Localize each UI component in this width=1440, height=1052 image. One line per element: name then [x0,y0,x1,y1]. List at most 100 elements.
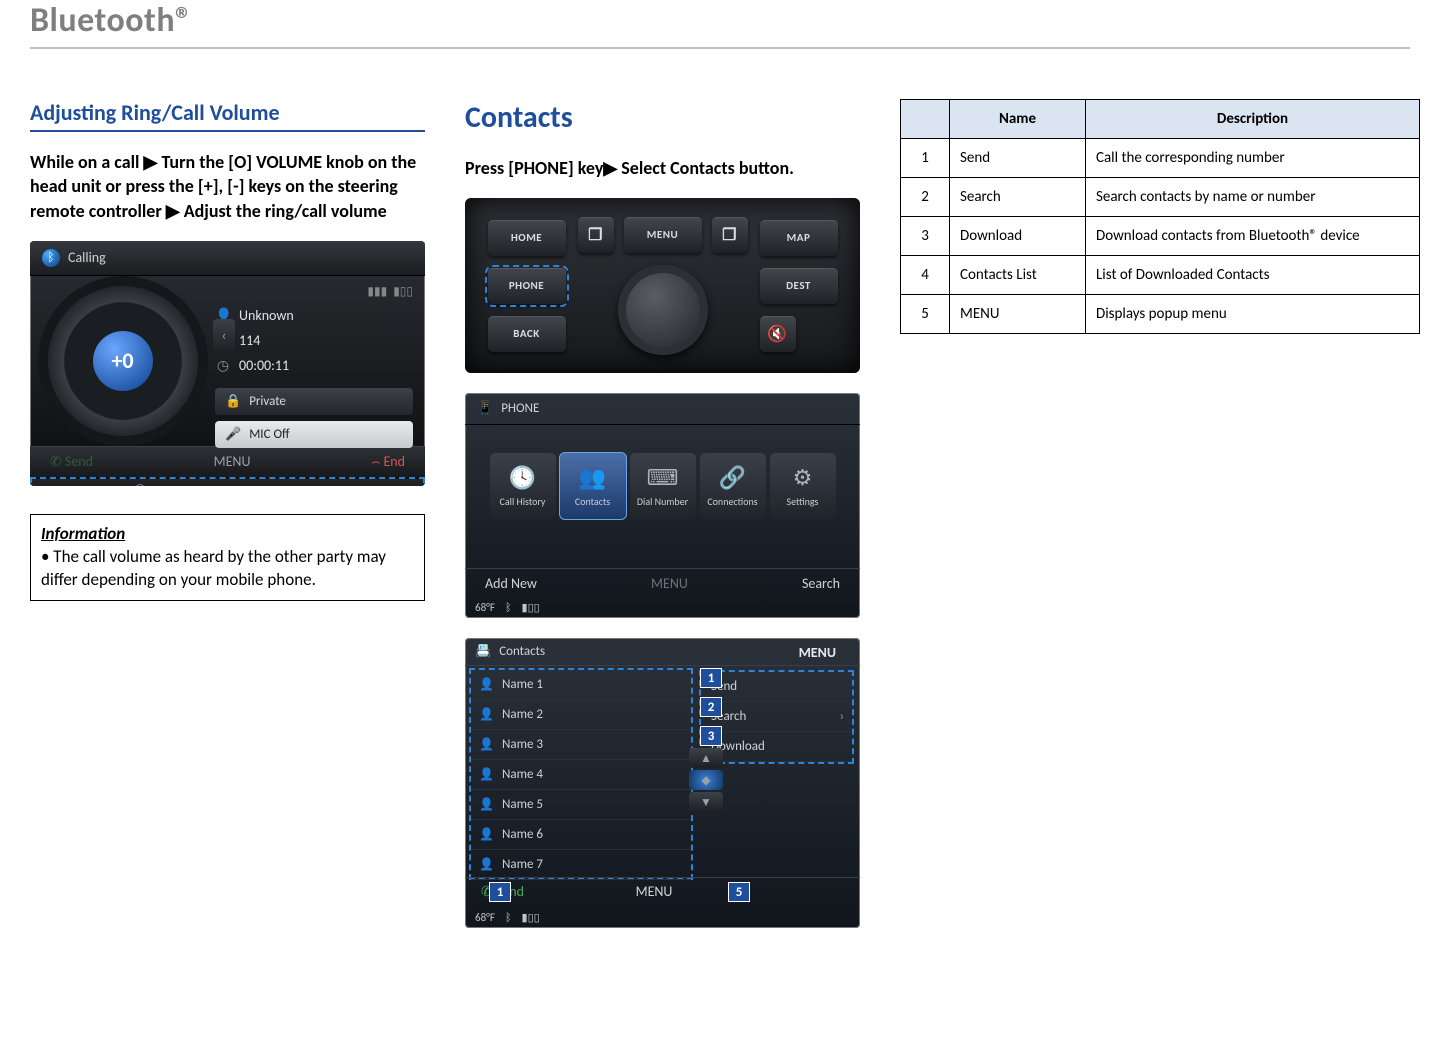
phone-volume-bar: 🔊 PHONE VOLUME 12 [30,477,425,486]
search-button[interactable]: Search [802,575,840,592]
instr2-part-2: Select Contacts button. [617,157,794,179]
screenshot-head-unit: HOME PHONE BACK ❐ MENU ❐ MAP DEST 🔇 [465,198,860,373]
list-item[interactable]: 👤Name 4 [471,760,691,790]
scroll-down-icon[interactable]: ▼ [689,792,723,812]
phone-volume-label: PHONE VOLUME [159,485,247,486]
caller-number: 114 [239,332,260,349]
tab-settings[interactable]: ⚙Settings [770,453,836,519]
table-row: 5MENUDisplays popup menu [901,295,1420,334]
phone-volume-value: 12 [311,485,324,486]
scroll-control: ▲ ◆ ▼ [689,748,723,812]
clock-icon: ◷ [215,357,231,374]
contact-icon: 👤 [479,707,494,722]
connections-icon: 🔗 [719,464,746,491]
popup-search[interactable]: Search› [701,702,852,732]
volume-dial: +0 [30,276,215,446]
caller-name: Unknown [239,307,294,324]
phone-title: PHONE [501,401,539,416]
contact-icon: 👤 [479,767,494,782]
header-desc: Description [1086,100,1420,139]
heading-contacts: Contacts [465,99,860,136]
list-item[interactable]: 👤Name 6 [471,820,691,850]
instruction-adjust-volume: While on a call ▶ Turn the [O] VOLUME kn… [30,150,425,223]
window-right-icon[interactable]: ❐ [712,217,748,253]
call-duration: 00:00:11 [239,357,289,374]
private-icon: 🔒 [225,394,241,409]
tab-contacts[interactable]: 👥Contacts [560,453,626,519]
contact-icon: 👤 [479,677,494,692]
popup-download[interactable]: Download [701,732,852,762]
private-button[interactable]: 🔒Private [215,388,413,415]
bluetooth-status-icon: ᛒ [505,911,512,924]
screenshot-calling: ᛒ Calling +0 ‹ ▮▮▮▮▯▯ 👤Unknown ✆114 ◷00: [30,241,425,486]
mic-icon: 🎤 [225,427,241,442]
callout-1: 1 [700,668,722,688]
table-row: 4Contacts ListList of Downloaded Contact… [901,256,1420,295]
end-button[interactable]: ⌢ End [371,453,405,470]
tab-connections[interactable]: 🔗Connections [700,453,766,519]
instruction-contacts: Press [PHONE] key▶ Select Contacts butto… [465,156,860,180]
instr-part-3: Adjust the ring/call volume [180,200,387,222]
rotary-knob[interactable] [618,265,708,355]
list-item[interactable]: 👤Name 7 [471,850,691,880]
bluetooth-status-icon: ᛒ [505,601,512,614]
window-left-icon[interactable]: ❐ [578,217,614,253]
list-item[interactable]: 👤Name 1 [471,670,691,700]
battery-icon: ▮▮▮ [367,284,387,299]
phone-key[interactable]: PHONE [488,268,566,304]
mute-key[interactable]: 🔇 [760,316,796,352]
back-key[interactable]: BACK [488,316,566,352]
table-row: 3DownloadDownload contacts from Bluetoot… [901,217,1420,256]
chevron-left-icon: ‹ [213,319,235,353]
contacts-list[interactable]: 👤Name 1 👤Name 2 👤Name 3 👤Name 4 👤Name 5 … [469,668,693,880]
contact-icon: 👤 [479,797,494,812]
menu-button[interactable]: MENU [636,883,673,900]
scroll-indicator: ◆ [689,770,723,790]
tab-call-history[interactable]: 🕓Call History [490,453,556,519]
callout-send: 1 [489,882,511,902]
menu-button[interactable]: MENU [214,453,251,470]
scroll-up-icon[interactable]: ▲ [689,748,723,768]
send-button[interactable]: ✆ Send [50,453,93,470]
signal-icon: ▮▯▯ [393,284,413,299]
callout-3: 3 [700,726,722,746]
map-key[interactable]: MAP [760,220,838,256]
temperature: 68°F [475,601,495,614]
dial-center-value: +0 [93,331,153,391]
popup-send[interactable]: Send [701,672,852,702]
information-heading: Information [41,523,414,546]
signal-icon: ▮▯▯ [522,601,540,614]
list-item[interactable]: 👤Name 5 [471,790,691,820]
calling-title: Calling [68,249,106,266]
contact-icon: 👤 [479,737,494,752]
speaker-icon: 🔊 [131,485,147,486]
mic-off-button[interactable]: 🎤 MIC Off [215,421,413,448]
menu-key[interactable]: MENU [624,217,702,253]
column-middle: Contacts Press [PHONE] key▶ Select Conta… [465,99,860,928]
header-num [901,100,950,139]
tab-dial-number[interactable]: ⌨Dial Number [630,453,696,519]
header-name: Name [950,100,1086,139]
menu-button[interactable]: MENU [651,575,688,592]
end-icon: ⌢ [371,453,383,470]
information-box: Information • The call volume as heard b… [30,514,425,601]
column-right: Name Description 1SendCall the correspon… [900,99,1420,334]
contacts-title: Contacts [499,644,545,659]
table-row: 2SearchSearch contacts by name or number [901,178,1420,217]
contact-icon: 👤 [479,857,494,872]
add-new-button[interactable]: Add New [485,575,537,592]
bluetooth-icon: ᛒ [42,249,60,267]
arrow-icon: ▶ [166,199,180,223]
list-item[interactable]: 👤Name 3 [471,730,691,760]
table-row: 1SendCall the corresponding number [901,139,1420,178]
list-item[interactable]: 👤Name 2 [471,700,691,730]
send-icon: ✆ [50,453,65,470]
home-key[interactable]: HOME [488,220,566,256]
contacts-icon: 👥 [579,464,606,491]
dest-key[interactable]: DEST [760,268,838,304]
mic-off-label: MIC Off [249,427,289,442]
screenshot-contacts-list: 📇Contacts MENU 👤Name 1 👤Name 2 👤Name 3 👤… [465,638,860,928]
temperature: 68°F [475,911,495,924]
heading-adjust-volume: Adjusting Ring/Call Volume [30,99,425,132]
contact-icon: 👤 [479,827,494,842]
